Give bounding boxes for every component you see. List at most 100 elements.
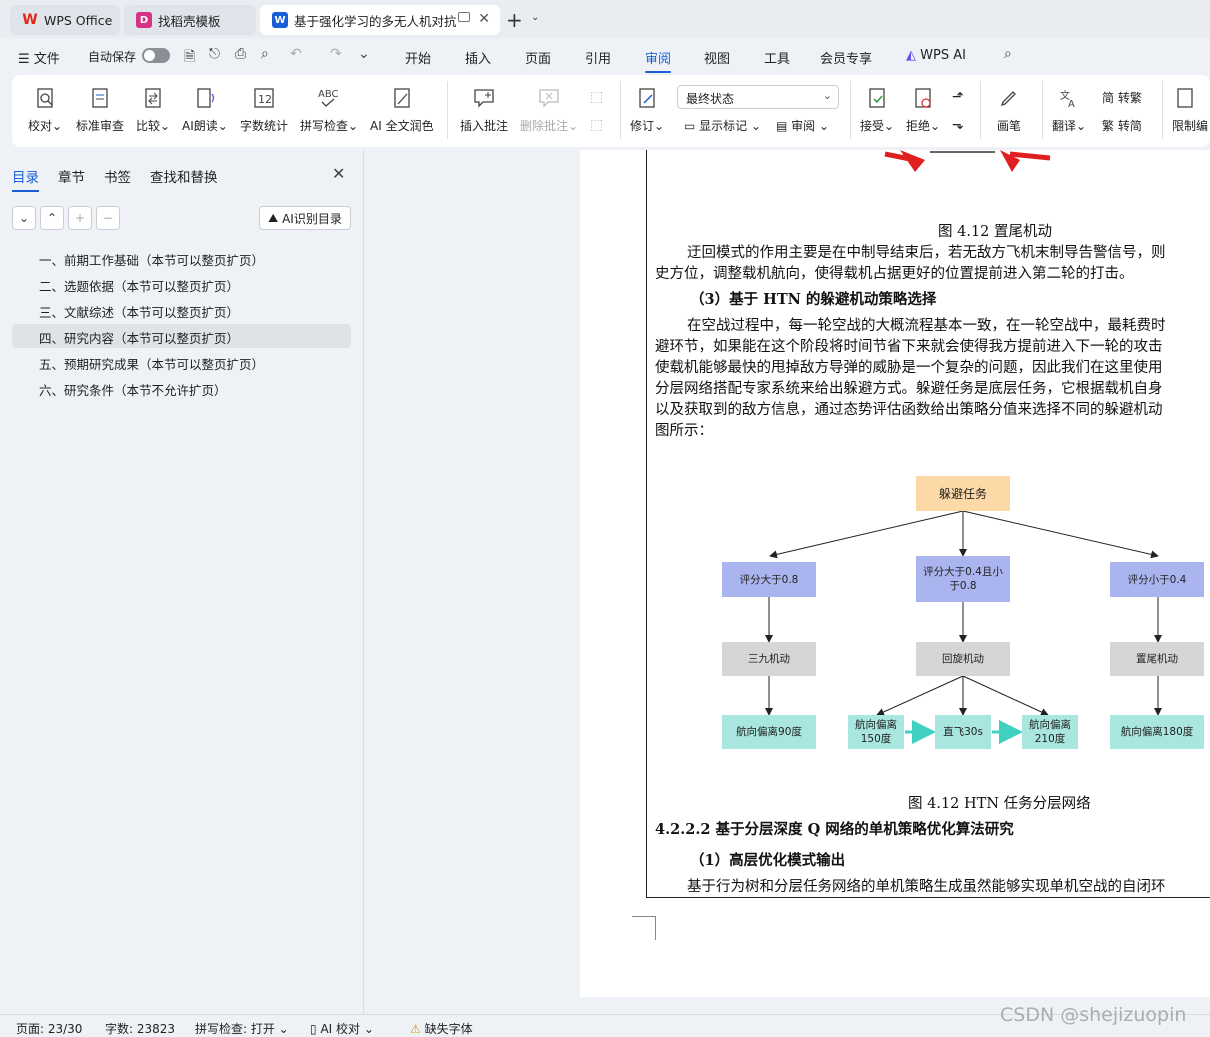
- menu-page[interactable]: 页面: [525, 48, 551, 67]
- restrict-edit-label: 限制编: [1172, 119, 1209, 133]
- to-traditional-button[interactable]: 简 转繁: [1102, 89, 1142, 106]
- ai-polish-button[interactable]: AI 全文润色: [370, 85, 434, 134]
- compare-label: 比较: [136, 119, 161, 133]
- compare-icon: [140, 85, 166, 111]
- track-changes-icon: [634, 85, 660, 111]
- expand-all-button[interactable]: ⌄: [12, 206, 36, 230]
- undo-icon[interactable]: ↶: [290, 46, 306, 62]
- prev-comment-icon[interactable]: ⬚: [590, 89, 603, 105]
- markup-state-select[interactable]: 最终状态 ⌄: [677, 85, 839, 109]
- close-tab-icon[interactable]: ✕: [478, 11, 490, 27]
- docer-logo-icon: D: [136, 12, 152, 28]
- file-menu[interactable]: ☰ 文件: [18, 48, 60, 67]
- more-chevron-icon[interactable]: ⌄: [358, 46, 374, 62]
- review-pane-button[interactable]: ▤ 审阅 ⌄: [776, 117, 829, 134]
- paragraph-line: 基于行为树和分层任务网络的单机策略生成虽然能够实现单机空战的自闭环: [687, 879, 1166, 895]
- track-changes-button[interactable]: 修订⌄: [630, 85, 664, 134]
- next-change-icon[interactable]: ⬎: [952, 117, 964, 133]
- menu-bar: ☰ 文件 自动保存 🗎 ⎋ ⎙ ⌕ ↶ ↷ ⌄ 开始 插入 页面 引用 审阅 视…: [0, 38, 1210, 74]
- add-heading-button[interactable]: +: [68, 206, 92, 230]
- menu-wps-ai[interactable]: ◭ WPS AI: [906, 48, 966, 63]
- to-simplified-button[interactable]: 繁 转简: [1102, 117, 1142, 134]
- dropdown-caret: ⌄: [52, 119, 63, 133]
- diagram-action-node: 航向偏离210度: [1022, 715, 1078, 749]
- accept-icon: [864, 85, 890, 111]
- print-icon[interactable]: ⎙: [235, 46, 251, 62]
- document-page[interactable]: 图 4.12 置尾机动 迂回模式的作用主要是在中制导结束后，若无敌方飞机末制导告…: [580, 150, 1210, 997]
- menu-view[interactable]: 视图: [704, 48, 730, 67]
- tab-current-document[interactable]: W 基于强化学习的多无人机对抗 ✕: [260, 5, 500, 35]
- ai-read-button[interactable]: AI朗读⌄: [182, 85, 228, 134]
- svg-text:A: A: [1068, 99, 1075, 110]
- menu-reference[interactable]: 引用: [585, 48, 611, 67]
- chevron-up-icon: ⌃: [46, 211, 58, 225]
- menu-member[interactable]: 会员专享: [820, 48, 872, 67]
- delete-comment-button[interactable]: 删除批注⌄: [520, 85, 578, 134]
- restrict-edit-button[interactable]: 限制编: [1172, 85, 1208, 134]
- toc-item[interactable]: 一、前期工作基础（本节可以整页扩页）: [12, 246, 351, 270]
- new-tab-plus-icon[interactable]: +: [506, 8, 523, 32]
- translate-button[interactable]: 文A 翻译⌄: [1052, 85, 1086, 134]
- ai-proofread-status[interactable]: ▯ AI 校对 ⌄: [310, 1020, 374, 1037]
- remove-heading-button[interactable]: −: [96, 206, 120, 230]
- reject-label: 拒绝: [906, 119, 931, 133]
- toc-item[interactable]: 五、预期研究成果（本节可以整页扩页）: [12, 350, 351, 374]
- spell-check-button[interactable]: ABC 拼写检查⌄: [300, 85, 358, 134]
- dropdown-caret: ⌄: [1076, 119, 1087, 133]
- redo-icon[interactable]: ↷: [330, 46, 346, 62]
- missing-font-status[interactable]: ⚠ 缺失字体: [410, 1020, 473, 1037]
- toc-item[interactable]: 三、文献综述（本节可以整页扩页）: [12, 298, 351, 322]
- standard-review-button[interactable]: 标准审查: [76, 85, 124, 134]
- tab-wps-office[interactable]: W WPS Office: [10, 5, 120, 35]
- dropdown-caret: ⌄: [160, 119, 171, 133]
- svg-text:ABC: ABC: [318, 89, 339, 100]
- pen-button[interactable]: 画笔: [996, 85, 1022, 134]
- reject-button[interactable]: 拒绝⌄: [906, 85, 940, 134]
- toc-item-selected[interactable]: 四、研究内容（本节可以整页扩页）: [12, 324, 351, 348]
- nav-tab-find-replace[interactable]: 查找和替换: [150, 166, 218, 186]
- menu-review[interactable]: 审阅: [645, 48, 672, 73]
- toc-item[interactable]: 六、研究条件（本节不允许扩页）: [12, 376, 351, 400]
- close-panel-icon[interactable]: ✕: [332, 164, 345, 183]
- chevron-down-icon[interactable]: ⌄: [531, 12, 539, 23]
- share-icon[interactable]: ⎋: [209, 46, 225, 62]
- diagram-maneuver-node: 置尾机动: [1110, 642, 1204, 676]
- svg-text:12: 12: [258, 93, 272, 106]
- nav-tab-chapters[interactable]: 章节: [58, 166, 85, 186]
- proofread-button[interactable]: 校对⌄: [28, 85, 62, 134]
- search-icon[interactable]: ⌕: [1004, 46, 1020, 62]
- diagram-action-node: 航向偏离90度: [722, 715, 816, 749]
- compare-button[interactable]: 比较⌄: [136, 85, 170, 134]
- nav-tab-toc[interactable]: 目录: [12, 166, 39, 192]
- standard-review-icon: [87, 85, 113, 111]
- menu-insert[interactable]: 插入: [465, 48, 491, 67]
- minus-icon: −: [102, 211, 114, 225]
- menu-tools[interactable]: 工具: [764, 48, 790, 67]
- print-preview-icon[interactable]: ⌕: [261, 46, 277, 62]
- screen-icon: [458, 12, 470, 22]
- collapse-all-button[interactable]: ⌃: [40, 206, 64, 230]
- menu-start[interactable]: 开始: [405, 48, 431, 67]
- show-markup-button[interactable]: ▭ 显示标记 ⌄: [684, 117, 761, 134]
- show-markup-icon: ▭: [684, 118, 700, 133]
- ai-identify-toc-button[interactable]: ⛰ AI识别目录: [259, 206, 351, 230]
- watermark: CSDN @shejizuopin: [1000, 1004, 1187, 1026]
- autosave-toggle[interactable]: [142, 48, 170, 63]
- accept-button[interactable]: 接受⌄: [860, 85, 894, 134]
- word-count-button[interactable]: 12 字数统计: [240, 85, 288, 134]
- word-count-indicator[interactable]: 字数: 23823: [105, 1020, 175, 1037]
- spell-check-status[interactable]: 拼写检查: 打开 ⌄: [195, 1020, 289, 1037]
- tab-docer-templates[interactable]: D 找稻壳模板: [124, 5, 256, 35]
- page-indicator[interactable]: 页面: 23/30: [16, 1020, 82, 1037]
- diagram-action-node: 直飞30s: [935, 715, 991, 749]
- insert-comment-button[interactable]: 插入批注: [460, 85, 508, 134]
- to-simplified-label: 转简: [1117, 119, 1142, 133]
- save-icon[interactable]: 🗎: [184, 46, 200, 65]
- navigation-panel: 目录 章节 书签 查找和替换 ✕ ⌄ ⌃ + − ⛰ AI识别目录 一、前期工作…: [0, 150, 363, 1014]
- toc-item[interactable]: 二、选题依据（本节可以整页扩页）: [12, 272, 351, 296]
- markup-state-value: 最终状态: [686, 92, 735, 106]
- word-count-icon: 12: [251, 85, 277, 111]
- prev-change-icon[interactable]: ⬏: [952, 89, 964, 105]
- next-comment-icon[interactable]: ⬚: [590, 117, 603, 133]
- nav-tab-bookmarks[interactable]: 书签: [104, 166, 131, 186]
